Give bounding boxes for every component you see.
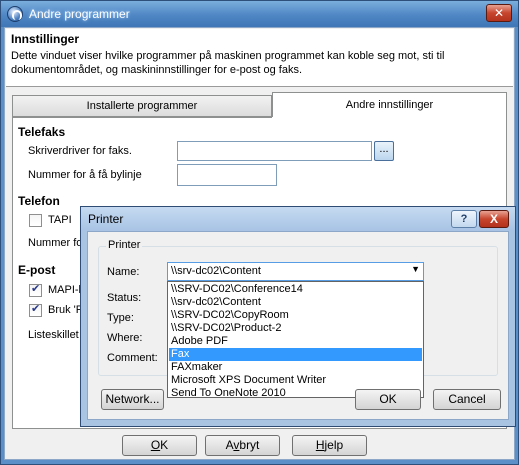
printer-option[interactable]: \\SRV-DC02\CopyRoom (169, 309, 422, 322)
printer-dialog-title: Printer (88, 212, 124, 226)
printer-option[interactable]: \\srv-dc02\Content (169, 296, 422, 309)
cancel-button-label: bryt (239, 438, 260, 452)
section-telefon: Telefon (18, 194, 60, 208)
dialog-cancel-button[interactable]: Cancel (433, 389, 501, 410)
printer-group-label: Printer (106, 239, 143, 251)
printer-option[interactable]: Microsoft XPS Document Writer (169, 374, 422, 387)
dialog-ok-button[interactable]: OK (355, 389, 421, 410)
type-label: Type: (107, 312, 134, 324)
tab-installerte-programmer[interactable]: Installerte programmer (12, 95, 272, 117)
comment-label: Comment: (107, 352, 158, 364)
status-label: Status: (107, 292, 142, 304)
help-icon[interactable]: ? (451, 210, 477, 228)
printer-option[interactable]: \\SRV-DC02\Conference14 (169, 283, 422, 296)
printer-option[interactable]: \\SRV-DC02\Product-2 (169, 322, 422, 335)
tab-andre-innstillinger[interactable]: Andre innstillinger (272, 92, 507, 118)
name-label: Name: (107, 266, 140, 278)
section-telefaks: Telefaks (18, 125, 66, 139)
ok-button[interactable]: OK (122, 435, 197, 456)
printer-option[interactable]: FAXmaker (169, 361, 422, 374)
network-button[interactable]: Network... (101, 389, 164, 410)
mapi-checkbox[interactable] (29, 282, 42, 297)
title-bar[interactable]: Andre programmer ✕ (1, 1, 518, 27)
separator-label: Listeskillet (28, 329, 79, 341)
app-icon (7, 6, 23, 22)
fax-driver-input[interactable] (177, 141, 372, 161)
printer-option[interactable]: Fax (169, 348, 422, 361)
printer-name-select[interactable]: \\srv-dc02\Content ▼ (167, 262, 424, 281)
printer-option[interactable]: Adobe PDF (169, 335, 422, 348)
where-label: Where: (107, 332, 143, 344)
help-button[interactable]: Hjelp (292, 435, 367, 456)
fax-driver-browse-button[interactable]: ... (374, 141, 394, 161)
printer-dialog-client: Printer Name: Status: Type: Where: Comme… (87, 231, 509, 420)
printer-dialog: Printer ? X Printer Name: Status: Type: … (80, 206, 516, 427)
cancel-button[interactable]: Avbryt (205, 435, 280, 456)
help-button-label: jelp (324, 438, 344, 452)
printer-dropdown-list: \\SRV-DC02\Conference14 \\srv-dc02\Conten… (167, 281, 424, 399)
chevron-down-icon[interactable]: ▼ (411, 264, 420, 274)
window-title: Andre programmer (29, 7, 130, 21)
fax-driver-label: Skriverdriver for faks. (28, 145, 132, 157)
close-icon[interactable]: ✕ (486, 4, 512, 22)
printer-name-value: \\srv-dc02\Content (171, 265, 261, 277)
tapi-checkbox[interactable] (29, 214, 42, 227)
ok-button-label: K (160, 438, 169, 452)
bruk-checkbox[interactable] (29, 302, 42, 317)
close-icon[interactable]: X (479, 210, 509, 228)
bylinje-number-input[interactable] (177, 164, 277, 186)
header-title: Innstillinger (11, 32, 80, 46)
section-epost: E-post (18, 263, 56, 277)
telefon-number-label: Nummer for (28, 237, 87, 249)
ok-button-mnemonic: O (150, 438, 161, 452)
tapi-label: TAPI (48, 214, 72, 226)
printer-dialog-title-bar[interactable]: Printer ? X (81, 207, 515, 231)
bylinje-number-label: Nummer for å få bylinje (28, 169, 142, 181)
header-panel: Innstillinger Dette vinduet viser hvilke… (6, 29, 513, 87)
header-description: Dette vinduet viser hvilke programmer på… (11, 50, 445, 76)
